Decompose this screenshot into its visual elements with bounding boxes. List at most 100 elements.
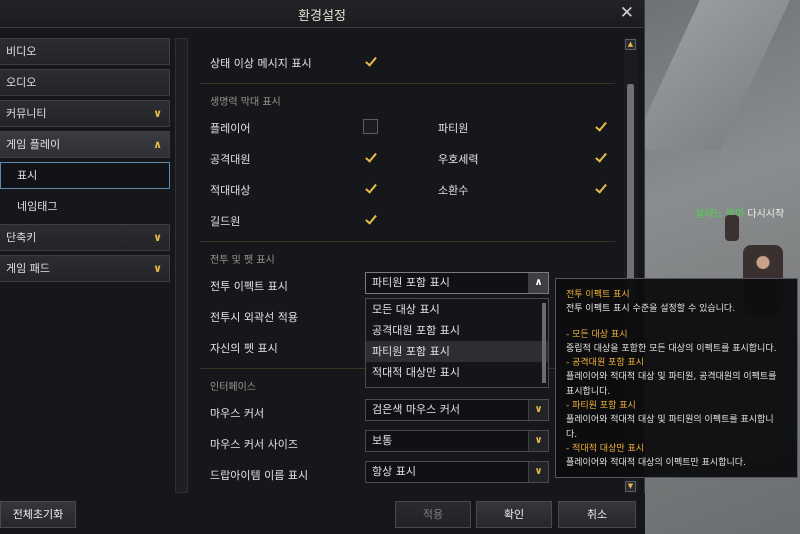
dropdown-value: 보통 <box>372 434 393 447</box>
scroll-down-icon[interactable]: ▼ <box>625 481 636 492</box>
combat-effect-row: 전투 이펙트 표시 파티원 포함 표시 ∧ <box>200 269 615 300</box>
tooltip-option-desc: 플레이어와 적대적 대상 및 파티원, 공격대원의 이펙트를 <box>566 372 777 383</box>
nav-item-label: 게임 플레이 <box>6 138 61 151</box>
nav-item-audio[interactable]: 오디오 <box>0 69 170 96</box>
chevron-down-icon: ∨ <box>528 462 548 482</box>
hp-row: 길드원 <box>200 204 615 235</box>
scroll-up-icon[interactable]: ▲ <box>625 39 636 50</box>
hp-summon-checkbox[interactable] <box>593 181 608 196</box>
tooltip-option-desc: 플레이어와 적대적 대상의 이펙트만 표시합니다. <box>566 458 746 469</box>
window-title: 환경설정 <box>298 9 346 24</box>
status-effect-checkbox[interactable] <box>363 54 378 69</box>
hp-row: 적대대상 소환수 <box>200 173 615 204</box>
nav-item-gamepad[interactable]: 게임 패드 ∨ <box>0 255 170 282</box>
combat-effect-options: 모든 대상 표시 공격대원 포함 표시 파티원 포함 표시 적대적 대상만 표시 <box>365 298 549 388</box>
section-hp-bar: 생명력 막대 표시 <box>200 83 615 111</box>
hp-player-label: 플레이어 <box>210 122 251 135</box>
clipped-row <box>200 38 615 46</box>
nav-item-hotkeys[interactable]: 단축키 ∨ <box>0 224 170 251</box>
option-include-party[interactable]: 파티원 포함 표시 <box>366 341 548 362</box>
nav-scrollbar[interactable] <box>175 38 188 493</box>
hp-friendly-label: 우호세력 <box>438 153 479 166</box>
tooltip-option-desc: 다. <box>566 429 578 440</box>
hp-raid-label: 공격대원 <box>210 153 251 166</box>
nav-item-label: 오디오 <box>6 76 37 89</box>
tooltip-option-title: - 적대적 대상만 표시 <box>566 443 645 454</box>
chevron-down-icon: ∨ <box>528 431 548 451</box>
drop-item-dropdown[interactable]: 항상 표시 ∨ <box>365 461 549 483</box>
nav-item-community[interactable]: 커뮤니티 ∨ <box>0 100 170 127</box>
section-title: 전투 및 펫 표시 <box>210 255 275 266</box>
dropdown-value: 파티원 포함 표시 <box>372 276 450 289</box>
nav-item-video[interactable]: 비디오 <box>0 38 170 65</box>
cursor-label: 마우스 커서 <box>210 407 265 420</box>
combat-outline-label: 전투시 외곽선 적용 <box>210 311 298 324</box>
status-effect-label: 상태 이상 메시지 표시 <box>210 57 312 70</box>
reset-all-button[interactable]: 전체초기화 <box>0 501 76 528</box>
cursor-dropdown[interactable]: 검은색 마우스 커서 ∨ <box>365 399 549 421</box>
ok-button[interactable]: 확인 <box>476 501 552 528</box>
chevron-down-icon: ∨ <box>153 231 162 244</box>
hp-row: 공격대원 우호세력 <box>200 142 615 173</box>
option-include-raid[interactable]: 공격대원 포함 표시 <box>366 320 548 341</box>
combat-effect-dropdown[interactable]: 파티원 포함 표시 ∧ <box>365 272 549 294</box>
nav-item-label: 비디오 <box>6 45 37 58</box>
chevron-up-icon: ∧ <box>153 138 162 151</box>
chevron-down-icon: ∨ <box>153 107 162 120</box>
hp-summon-label: 소환수 <box>438 184 469 197</box>
drop-item-label: 드랍아이템 이름 표시 <box>210 469 309 482</box>
settings-content: 상태 이상 메시지 표시 생명력 막대 표시 플레이어 파티원 공격대원 우호세… <box>200 38 615 493</box>
drop-item-row: 드랍아이템 이름 표시 항상 표시 ∨ <box>200 458 615 489</box>
nav-item-label: 단축키 <box>6 231 37 244</box>
npc-name-white: 다시시작 <box>747 209 785 220</box>
hp-hostile-label: 적대대상 <box>210 184 251 197</box>
world-rock <box>645 0 790 150</box>
tooltip-option-title: - 모든 대상 표시 <box>566 329 628 340</box>
settings-nav: 비디오 오디오 커뮤니티 ∨ 게임 플레이 ∧ 표시 네임태그 단축키 ∨ 게임 패드… <box>0 38 170 286</box>
cursor-size-row: 마우스 커서 사이즈 보통 ∨ <box>200 427 615 458</box>
close-icon[interactable]: ✕ <box>620 3 634 23</box>
chevron-up-icon: ∧ <box>528 273 548 293</box>
hp-guild-checkbox[interactable] <box>363 212 378 227</box>
hp-row: 플레이어 파티원 <box>200 111 615 142</box>
nav-subitem-label: 네임태그 <box>17 200 58 213</box>
titlebar: 환경설정 ✕ <box>0 0 644 28</box>
hp-friendly-checkbox[interactable] <box>593 150 608 165</box>
npc-figure <box>725 215 739 241</box>
pet-label: 자신의 펫 표시 <box>210 342 278 355</box>
cursor-size-label: 마우스 커서 사이즈 <box>210 438 298 451</box>
tooltip-desc: 전투 이펙트 표시 수준을 설정할 수 있습니다. <box>566 304 736 315</box>
status-effect-row: 상태 이상 메시지 표시 <box>200 46 615 77</box>
chevron-down-icon: ∨ <box>528 400 548 420</box>
options-scrollbar[interactable] <box>542 303 546 383</box>
option-all-targets[interactable]: 모든 대상 표시 <box>366 299 548 320</box>
nav-item-gameplay[interactable]: 게임 플레이 ∧ <box>0 131 170 158</box>
npc-nameplate: 실레느 악마 다시시작 <box>695 205 784 220</box>
nav-item-label: 커뮤니티 <box>6 107 47 120</box>
cursor-size-dropdown[interactable]: 보통 ∨ <box>365 430 549 452</box>
nav-item-label: 게임 패드 <box>6 262 50 275</box>
tooltip-option-desc: 플레이어와 적대적 대상 및 파티원의 이펙트를 표시합니 <box>566 415 774 426</box>
apply-button[interactable]: 적용 <box>395 501 471 528</box>
hp-hostile-checkbox[interactable] <box>363 181 378 196</box>
section-title: 인터페이스 <box>210 382 256 393</box>
cancel-button[interactable]: 취소 <box>558 501 636 528</box>
section-combat-pet: 전투 및 펫 표시 <box>200 241 615 269</box>
tooltip-option-title: - 공격대원 포함 표시 <box>566 358 645 369</box>
nav-subitem-display[interactable]: 표시 <box>0 162 170 189</box>
hp-player-checkbox[interactable] <box>363 119 378 134</box>
hp-party-checkbox[interactable] <box>593 119 608 134</box>
chevron-down-icon: ∨ <box>153 262 162 275</box>
settings-window: 환경설정 ✕ 비디오 오디오 커뮤니티 ∨ 게임 플레이 ∧ 표시 네임태그 단축키… <box>0 0 645 534</box>
tooltip-option-desc: 표시합니다. <box>566 386 611 397</box>
bottom-bar: 전체초기화 적용 확인 취소 <box>0 493 645 534</box>
nav-subitem-nametag[interactable]: 네임태그 <box>0 193 170 220</box>
combat-effect-label: 전투 이펙트 표시 <box>210 280 288 293</box>
tooltip-title: 전투 이펙트 표시 <box>566 290 630 300</box>
hp-guild-label: 길드원 <box>210 215 241 228</box>
option-hostile-only[interactable]: 적대적 대상만 표시 <box>366 362 548 383</box>
nav-subitem-label: 표시 <box>17 169 38 182</box>
hp-raid-checkbox[interactable] <box>363 150 378 165</box>
section-title: 생명력 막대 표시 <box>210 97 281 108</box>
scroll-thumb[interactable] <box>627 84 634 304</box>
